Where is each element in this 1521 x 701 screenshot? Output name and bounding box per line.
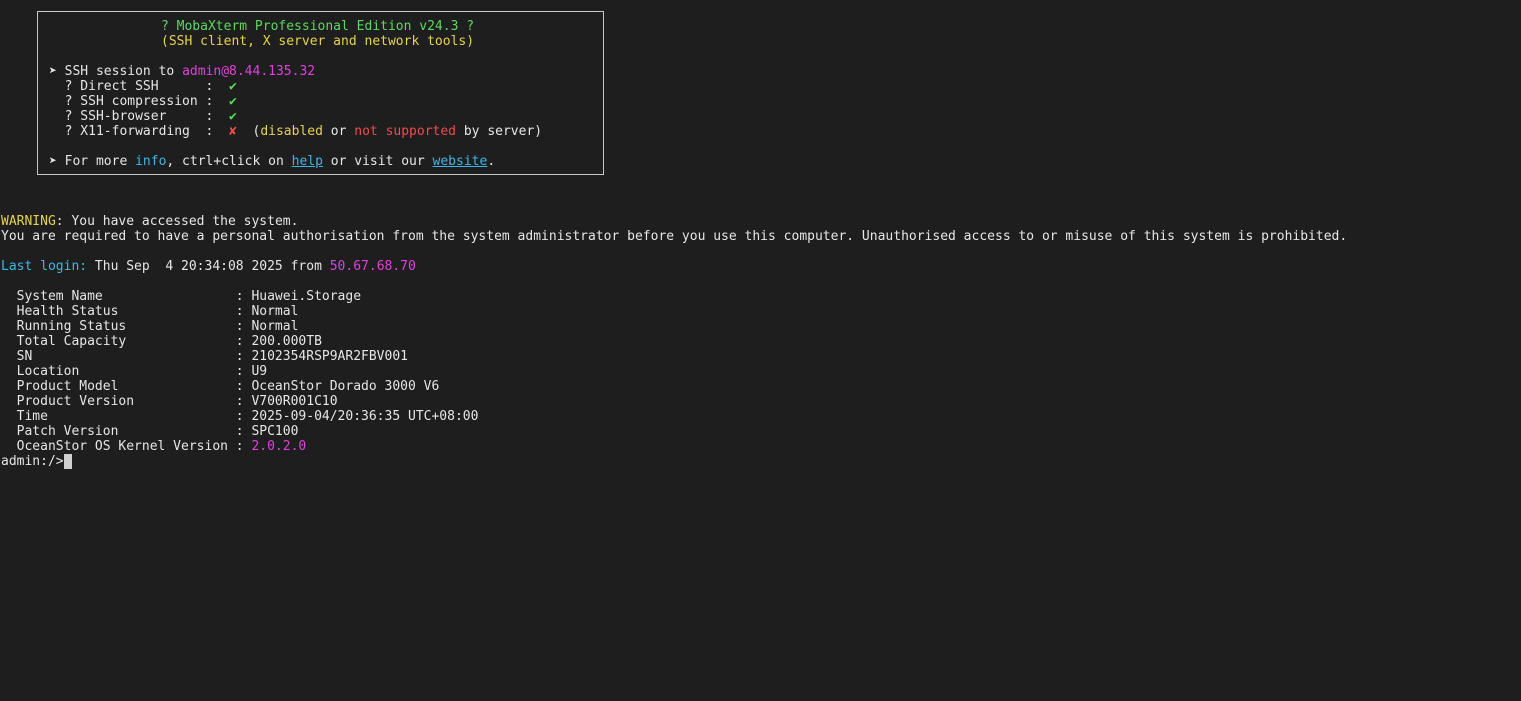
- info-row-product-version: Product Version : V700R001C10: [1, 394, 338, 409]
- info-link[interactable]: info: [135, 154, 166, 169]
- info-row-patch-version: Patch Version : SPC100: [1, 424, 299, 439]
- website-link[interactable]: website: [433, 154, 488, 169]
- info-row-product-model: Product Model : OceanStor Dorado 3000 V6: [1, 379, 440, 394]
- info-value: Normal: [251, 319, 299, 334]
- session-prefix: ➤ SSH session to: [49, 64, 183, 79]
- last-login-line: Last login: Thu Sep 4 20:34:08 2025 from…: [1, 259, 416, 274]
- prompt-text: admin:/>: [1, 454, 64, 469]
- info-value: V700R001C10: [251, 394, 338, 409]
- last-login-ip: 50.67.68.70: [329, 259, 416, 274]
- warning-notice: You are required to have a personal auth…: [1, 229, 1348, 244]
- info-row-kernel-version: OceanStor OS Kernel Version : 2.0.2.0: [1, 439, 307, 454]
- info-value: 2025-09-04/20:36:35 UTC+08:00: [251, 409, 479, 424]
- info-value: U9: [251, 364, 268, 379]
- help-link[interactable]: help: [292, 154, 323, 169]
- info-value: 2102354RSP9AR2FBV001: [251, 349, 408, 364]
- command-prompt-line[interactable]: admin:/>: [1, 454, 72, 469]
- info-value: SPC100: [251, 424, 299, 439]
- info-value: 200.000TB: [251, 334, 322, 349]
- info-row-location: Location : U9: [1, 364, 268, 379]
- warning-label: WARNING: [1, 214, 56, 229]
- warning-text: : You have accessed the system.: [55, 214, 299, 229]
- feature-label: ? SSH compression :: [49, 94, 230, 109]
- feature-label: ? Direct SSH :: [49, 79, 230, 94]
- info-row-running-status: Running Status : Normal: [1, 319, 299, 334]
- last-login-date: Thu Sep 4 20:34:08 2025 from: [87, 259, 330, 274]
- last-login-label: Last login:: [1, 259, 88, 274]
- warning-line: WARNING: You have accessed the system.: [1, 214, 298, 229]
- banner-title: ? MobaXterm Professional Edition v24.3 ?: [161, 19, 475, 34]
- info-row-system-name: System Name : Huawei.Storage: [1, 289, 362, 304]
- ssh-session-line: ➤ SSH session to admin@8.44.135.32: [49, 64, 315, 79]
- info-value: Huawei.Storage: [251, 289, 362, 304]
- more-info-line: ➤ For more info, ctrl+click on help or v…: [49, 154, 496, 169]
- check-icon: ✔: [229, 79, 237, 94]
- feature-ssh-browser: ? SSH-browser : ✔: [49, 109, 237, 124]
- x11-disabled: disabled: [260, 124, 323, 139]
- session-target: admin@8.44.135.32: [182, 64, 316, 79]
- feature-label: ? X11-forwarding :: [49, 124, 230, 139]
- banner-subtitle: (SSH client, X server and network tools): [161, 34, 475, 49]
- check-icon: ✔: [229, 109, 237, 124]
- terminal-window[interactable]: ? MobaXterm Professional Edition v24.3 ?…: [0, 0, 1521, 701]
- text-cursor[interactable]: [63, 454, 72, 469]
- x11-not-supported: not supported: [354, 124, 457, 139]
- info-value: 2.0.2.0: [251, 439, 307, 454]
- check-icon: ✔: [229, 94, 237, 109]
- info-row-sn: SN : 2102354RSP9AR2FBV001: [1, 349, 408, 364]
- info-value: OceanStor Dorado 3000 V6: [251, 379, 440, 394]
- info-row-total-capacity: Total Capacity : 200.000TB: [1, 334, 322, 349]
- cross-icon: ✘: [229, 124, 237, 139]
- feature-ssh-compression: ? SSH compression : ✔: [49, 94, 237, 109]
- feature-label: ? SSH-browser :: [49, 109, 230, 124]
- info-value: Normal: [251, 304, 299, 319]
- feature-x11-forwarding: ? X11-forwarding : ✘ (disabled or not su…: [49, 124, 543, 139]
- feature-direct-ssh: ? Direct SSH : ✔: [49, 79, 237, 94]
- info-row-health-status: Health Status : Normal: [1, 304, 299, 319]
- info-row-time: Time : 2025-09-04/20:36:35 UTC+08:00: [1, 409, 479, 424]
